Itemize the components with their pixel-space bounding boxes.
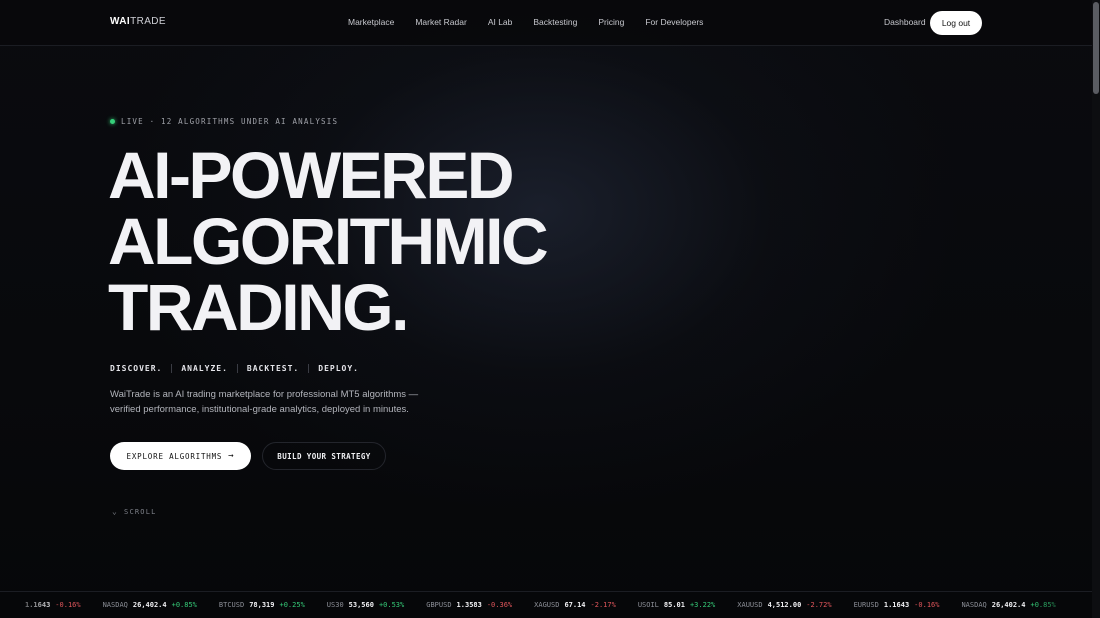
ticker-price: 53,560	[348, 601, 374, 609]
build-strategy-button[interactable]: BUILD YOUR STRATEGY	[262, 442, 386, 470]
ticker-item: XAUUSD 4,512.00 -2.72%	[737, 601, 831, 609]
hero-headline: AI-POWERED ALGORITHMIC TRADING.	[108, 138, 549, 344]
explore-algorithms-button[interactable]: EXPLORE ALGORITHMS →	[110, 442, 251, 470]
nav-link-backtesting[interactable]: Backtesting	[533, 17, 577, 27]
ticker-item: USOIL 85.01 +3.22%	[638, 601, 715, 609]
ticker-price: 26,402.4	[991, 601, 1026, 609]
headline-line-3: TRADING.	[108, 270, 409, 344]
live-dot-icon	[110, 119, 115, 124]
ticker-symbol: XAGUSD	[534, 601, 560, 609]
nav-link-ai-lab[interactable]: AI Lab	[488, 17, 513, 27]
ticker-change: +0.53%	[378, 601, 405, 609]
ticker-symbol: EURUSD	[853, 601, 879, 609]
nav-link-marketplace[interactable]: Marketplace	[348, 17, 394, 27]
ticker-track: 1.1643 -0.16% NASDAQ 26,402.4 +0.85% BTCUSD 78…	[25, 601, 1078, 609]
live-status-text: LIVE · 12 ALGORITHMS UNDER AI ANALYSIS	[121, 117, 339, 126]
ticker-price: 78,319	[249, 601, 275, 609]
scroll-label: SCROLL	[124, 507, 157, 516]
arrow-right-icon: →	[228, 451, 235, 461]
step-divider	[171, 364, 173, 373]
ticker-symbol: GBPUSD	[426, 601, 452, 609]
scrollbar-thumb[interactable]	[1093, 2, 1099, 94]
ticker-item: GBPUSD 1.3583 -0.36%	[426, 601, 512, 609]
ticker-item: EURUSD 1.1643 -0.16%	[854, 601, 940, 609]
step-discover: DISCOVER.	[110, 364, 163, 373]
ticker-symbol: XAUUSD	[737, 601, 763, 609]
ticker-item: XAGUSD 67.14 -2.17%	[534, 601, 616, 609]
ticker-price: 1.1643	[883, 601, 910, 609]
top-navbar: WAITRADE Marketplace Market Radar AI Lab…	[0, 0, 1092, 46]
dashboard-link[interactable]: Dashboard	[884, 17, 926, 27]
ticker-price: 4,512.00	[767, 601, 802, 609]
ticker-price: 85.01	[663, 601, 685, 609]
logo-light: TRADE	[130, 16, 166, 27]
step-analyze: ANALYZE.	[181, 364, 228, 373]
ticker-symbol: NASDAQ	[961, 601, 987, 609]
step-divider	[308, 364, 310, 373]
ticker-change: +0.25%	[279, 601, 305, 609]
ticker-change: -2.17%	[590, 601, 616, 609]
market-ticker: 1.1643 -0.16% NASDAQ 26,402.4 +0.85% BTCUSD 78…	[0, 591, 1092, 618]
nav-link-market-radar[interactable]: Market Radar	[415, 17, 467, 27]
brand-logo[interactable]: WAITRADE	[110, 16, 166, 27]
scroll-indicator[interactable]: ⌄ SCROLL	[112, 507, 157, 516]
ticker-price: 26,402.4	[132, 601, 167, 609]
ticker-fade-right	[1032, 592, 1092, 618]
live-status: LIVE · 12 ALGORITHMS UNDER AI ANALYSIS	[110, 117, 338, 126]
ticker-symbol: NASDAQ	[102, 601, 128, 609]
main-nav: Marketplace Market Radar AI Lab Backtest…	[348, 17, 724, 27]
ticker-fade-left	[0, 592, 60, 618]
hero-description: WaiTrade is an AI trading marketplace fo…	[110, 389, 419, 415]
ticker-change: -0.36%	[486, 601, 513, 609]
ticker-change: -0.16%	[914, 601, 940, 609]
step-divider	[236, 364, 238, 373]
ticker-price: 1.3583	[456, 601, 482, 609]
ticker-symbol: USOIL	[637, 601, 659, 609]
ticker-symbol: BTCUSD	[218, 601, 245, 609]
ticker-change: +3.22%	[689, 601, 716, 609]
step-backtest: BACKTEST.	[246, 364, 300, 373]
ticker-item: US30 53,560 +0.53%	[327, 601, 404, 609]
nav-link-pricing[interactable]: Pricing	[598, 17, 624, 27]
ticker-change: -2.72%	[806, 601, 832, 609]
nav-link-for-developers[interactable]: For Developers	[645, 17, 703, 27]
headline-line-1: AI-POWERED	[108, 138, 515, 212]
chevron-down-icon: ⌄	[112, 507, 119, 516]
logout-button[interactable]: Log out	[930, 11, 982, 35]
ticker-item: NASDAQ 26,402.4 +0.85%	[103, 601, 197, 609]
logo-bold: WAI	[110, 16, 131, 27]
ticker-item: BTCUSD 78,319 +0.25%	[219, 601, 305, 609]
ticker-price: 67.14	[564, 601, 586, 609]
ticker-change: +0.85%	[171, 601, 197, 609]
headline-line-2: ALGORITHMIC	[108, 204, 549, 278]
page-scrollbar[interactable]	[1092, 0, 1100, 618]
process-steps: DISCOVER. ANALYZE. BACKTEST. DEPLOY.	[110, 364, 359, 373]
explore-algorithms-label: EXPLORE ALGORITHMS	[126, 451, 223, 461]
ticker-symbol: US30	[326, 601, 344, 609]
step-deploy: DEPLOY.	[318, 364, 359, 373]
